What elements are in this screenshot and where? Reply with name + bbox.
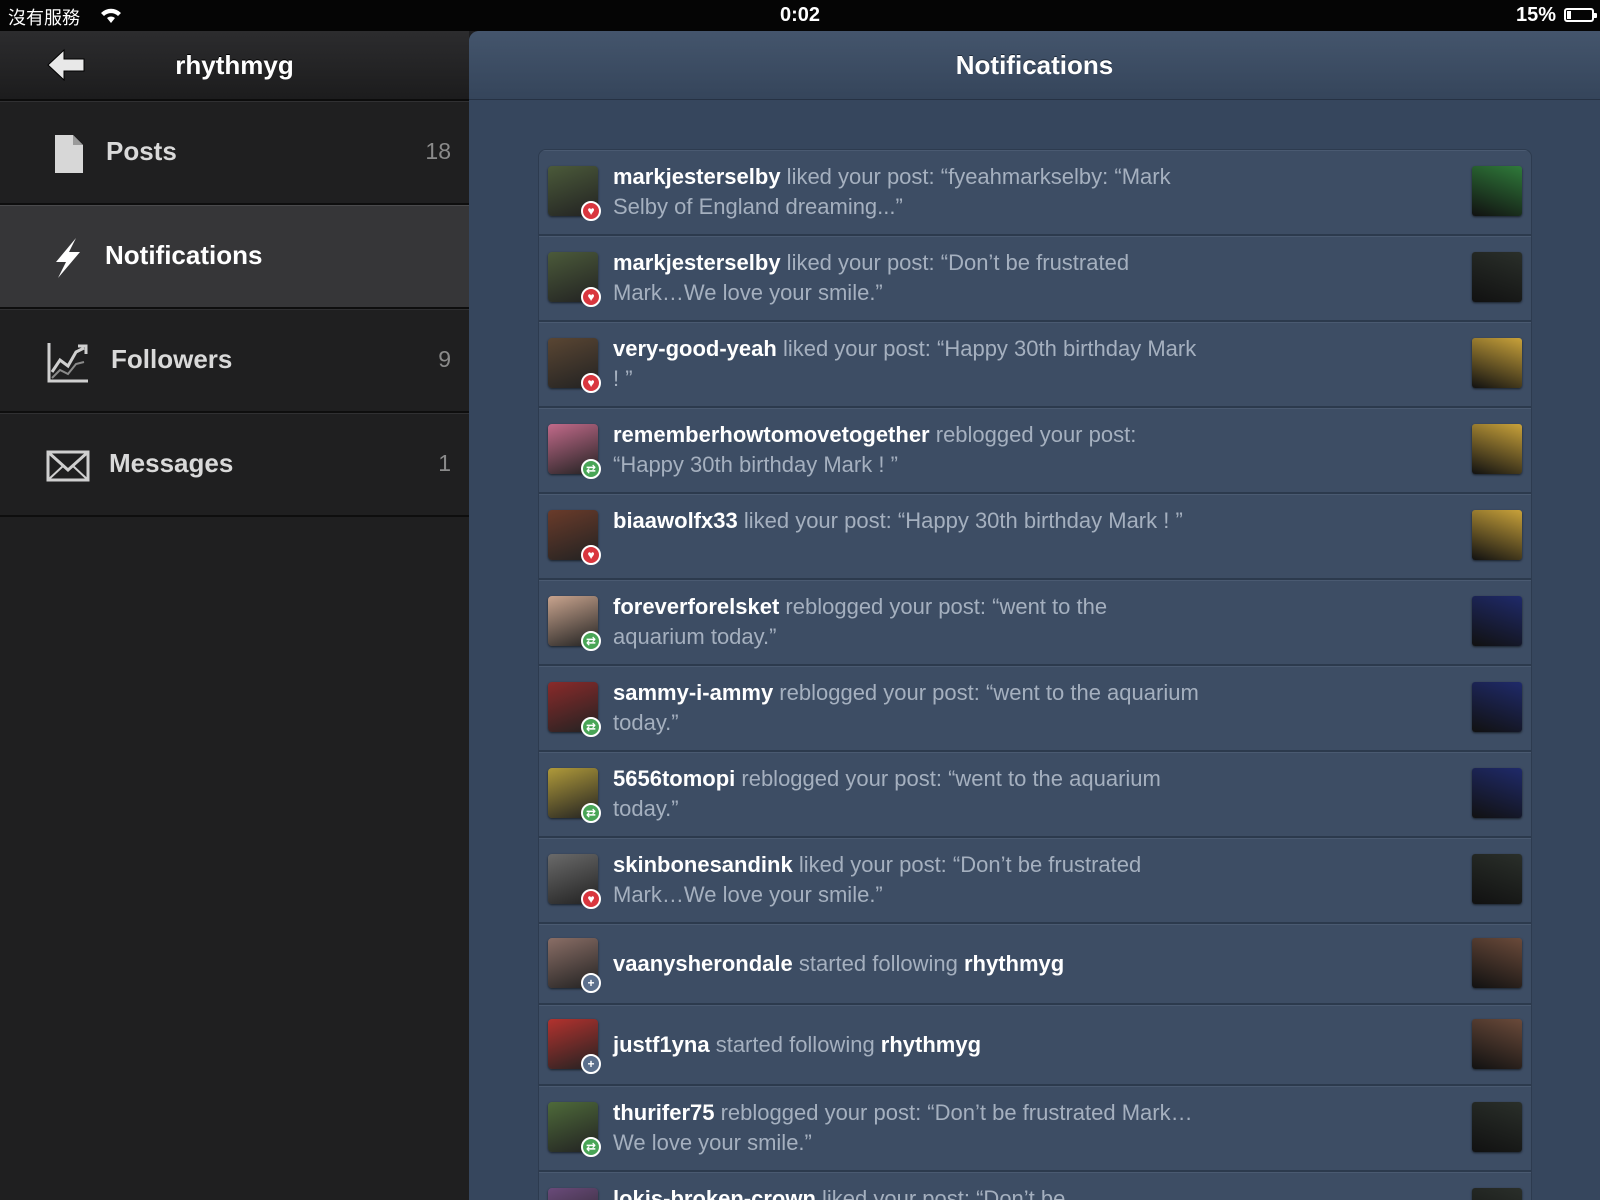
clock: 0:02	[779, 4, 821, 26]
notification-text: rememberhowtomovetogether reblogged your…	[613, 420, 1203, 480]
notification-target-blog[interactable]: rhythmyg	[881, 1032, 981, 1057]
reblog-icon: ⇄	[581, 631, 601, 651]
page-title: Notifications	[955, 50, 1114, 80]
notification-text: markjesterselby liked your post: “fyeahm…	[613, 162, 1203, 222]
plus-icon: +	[581, 973, 601, 993]
reblog-icon: ⇄	[581, 1137, 601, 1157]
notification-text: thurifer75 reblogged your post: “Don’t b…	[613, 1098, 1203, 1158]
post-thumbnail[interactable]	[1472, 1188, 1522, 1200]
notification-action: liked your post: “Happy 30th birthday Ma…	[737, 508, 1183, 533]
notification-text: lokis-broken-crown liked your post: “Don…	[613, 1184, 1203, 1200]
notification-username[interactable]: markjesterselby	[613, 164, 781, 189]
notification-row[interactable]: ♥lokis-broken-crown liked your post: “Do…	[539, 1172, 1531, 1200]
notification-text: vaanysherondale started following rhythm…	[613, 949, 1413, 979]
sidebar-item-notifications[interactable]: Notifications	[0, 205, 469, 309]
notification-row[interactable]: + justf1yna started following rhythmyg	[539, 1005, 1531, 1086]
post-thumbnail[interactable]	[1472, 1102, 1522, 1152]
notification-row[interactable]: ♥ very-good-yeah liked your post: “Happy …	[539, 322, 1531, 408]
post-thumbnail[interactable]	[1472, 510, 1522, 560]
followers-count: 9	[438, 346, 451, 372]
post-thumbnail[interactable]	[1472, 252, 1522, 302]
heart-icon: ♥	[581, 287, 601, 307]
status-bar: 沒有服務 0:02 15%	[0, 0, 1600, 31]
heart-icon: ♥	[581, 545, 601, 565]
reblog-icon: ⇄	[581, 459, 601, 479]
notification-row[interactable]: ♥ skinbonesandink liked your post: “Don’t…	[539, 838, 1531, 924]
post-thumbnail[interactable]	[1472, 768, 1522, 818]
notification-username[interactable]: very-good-yeah	[613, 336, 777, 361]
notification-username[interactable]: markjesterselby	[613, 250, 781, 275]
sidebar-item-followers[interactable]: Followers 9	[0, 309, 469, 413]
notification-username[interactable]: justf1yna	[613, 1032, 710, 1057]
battery-icon	[1564, 8, 1597, 22]
notification-row[interactable]: ♥ biaawolfx33 liked your post: “Happy 30t…	[539, 494, 1531, 580]
document-icon	[55, 135, 83, 173]
notification-text: sammy-i-ammy reblogged your post: “went …	[613, 678, 1203, 738]
notification-username[interactable]: skinbonesandink	[613, 852, 793, 877]
notification-target-blog[interactable]: rhythmyg	[964, 951, 1064, 976]
sidebar-item-posts[interactable]: Posts 18	[0, 101, 469, 205]
notification-action: started following	[792, 951, 964, 976]
notification-action: started following	[709, 1032, 881, 1057]
notification-row[interactable]: ⇄ 5656tomopi reblogged your post: “went t…	[539, 752, 1531, 838]
sidebar: rhythmyg Posts 18 Notifications Follower…	[0, 31, 469, 1200]
notifications-panel: Notifications ♥ markjesterselby liked you…	[469, 31, 1600, 1200]
post-thumbnail[interactable]	[1472, 338, 1522, 388]
reblog-icon: ⇄	[581, 717, 601, 737]
notification-row[interactable]: ⇄ foreverforelsket reblogged your post: “…	[539, 580, 1531, 666]
notification-username[interactable]: foreverforelsket	[613, 594, 779, 619]
post-thumbnail[interactable]	[1472, 424, 1522, 474]
notification-username[interactable]: 5656tomopi	[613, 766, 735, 791]
sidebar-item-label: Messages	[109, 448, 234, 478]
blog-name: rhythmyg	[175, 50, 294, 80]
user-avatar[interactable]	[548, 1188, 598, 1200]
notification-row[interactable]: ♥ markjesterselby liked your post: “Don’t…	[539, 236, 1531, 322]
notification-username[interactable]: biaawolfx33	[613, 508, 738, 533]
notification-text: biaawolfx33 liked your post: “Happy 30th…	[613, 506, 1203, 536]
post-thumbnail[interactable]	[1472, 854, 1522, 904]
notification-username[interactable]: lokis-broken-crown	[613, 1186, 816, 1200]
notification-text: foreverforelsket reblogged your post: “w…	[613, 592, 1203, 652]
post-thumbnail[interactable]	[1472, 1019, 1522, 1069]
notification-username[interactable]: sammy-i-ammy	[613, 680, 773, 705]
notification-action: liked your post: “Don’t be	[815, 1186, 1066, 1200]
notification-text: skinbonesandink liked your post: “Don’t …	[613, 850, 1203, 910]
notification-text: very-good-yeah liked your post: “Happy 3…	[613, 334, 1203, 394]
notification-text: markjesterselby liked your post: “Don’t …	[613, 248, 1203, 308]
notification-username[interactable]: vaanysherondale	[613, 951, 793, 976]
sidebar-item-label: Notifications	[105, 240, 263, 270]
heart-icon: ♥	[581, 373, 601, 393]
battery-percent: 15%	[1515, 4, 1556, 26]
posts-count: 18	[425, 138, 451, 164]
notification-row[interactable]: ⇄ rememberhowtomovetogether reblogged you…	[539, 408, 1531, 494]
post-thumbnail[interactable]	[1472, 166, 1522, 216]
reblog-icon: ⇄	[581, 803, 601, 823]
notification-row[interactable]: ⇄ sammy-i-ammy reblogged your post: “went…	[539, 666, 1531, 752]
post-thumbnail[interactable]	[1472, 596, 1522, 646]
notification-row[interactable]: ♥ markjesterselby liked your post: “fyeah…	[539, 150, 1531, 236]
chart-icon	[47, 343, 88, 383]
messages-count: 1	[438, 450, 451, 476]
sidebar-item-messages[interactable]: Messages 1	[0, 413, 469, 517]
notification-username[interactable]: rememberhowtomovetogether	[613, 422, 930, 447]
heart-icon: ♥	[581, 201, 601, 221]
envelope-icon	[46, 450, 90, 482]
post-thumbnail[interactable]	[1472, 682, 1522, 732]
main-header: Notifications	[469, 31, 1600, 100]
notification-text: justf1yna started following rhythmyg	[613, 1030, 1413, 1060]
notification-list: ♥ markjesterselby liked your post: “fyeah…	[538, 149, 1532, 1200]
heart-icon: ♥	[581, 889, 601, 909]
notification-row[interactable]: ⇄ thurifer75 reblogged your post: “Don’t …	[539, 1086, 1531, 1172]
notification-text: 5656tomopi reblogged your post: “went to…	[613, 764, 1203, 824]
plus-icon: +	[581, 1054, 601, 1074]
sidebar-item-label: Posts	[106, 136, 177, 166]
notification-username[interactable]: thurifer75	[613, 1100, 714, 1125]
post-thumbnail[interactable]	[1472, 938, 1522, 988]
sidebar-header: rhythmyg	[0, 31, 469, 101]
notification-row[interactable]: + vaanysherondale started following rhyth…	[539, 924, 1531, 1005]
sidebar-item-label: Followers	[111, 344, 233, 374]
lightning-icon	[56, 238, 80, 278]
